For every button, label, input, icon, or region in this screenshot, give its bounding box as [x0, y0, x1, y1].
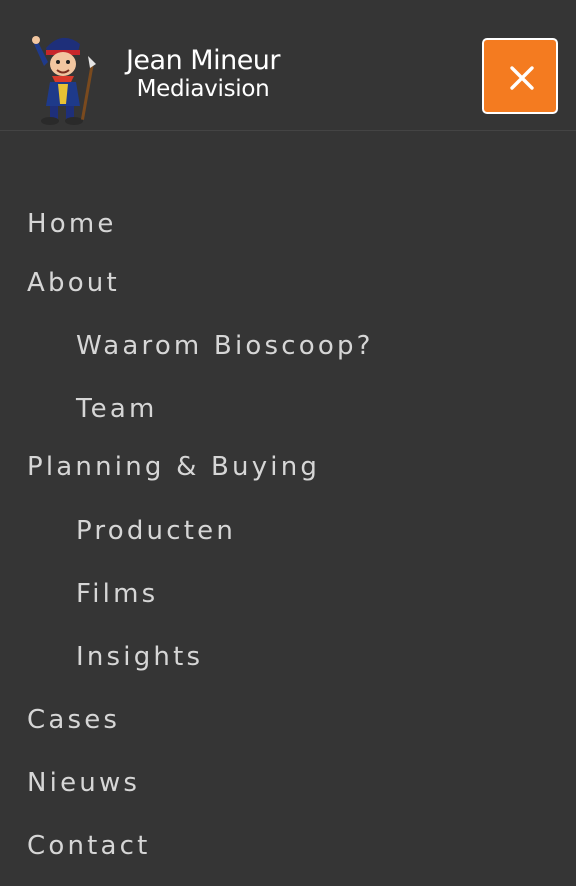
- menu-item-about[interactable]: About: [27, 268, 120, 298]
- menu-item-cases[interactable]: Cases: [27, 705, 120, 735]
- menu-item-home[interactable]: Home: [27, 209, 117, 239]
- menu-item-nieuws[interactable]: Nieuws: [27, 768, 140, 798]
- menu-item-waarom-bioscoop[interactable]: Waarom Bioscoop?: [76, 331, 374, 361]
- menu-item-contact[interactable]: Contact: [27, 831, 151, 861]
- menu-item-films[interactable]: Films: [76, 579, 158, 609]
- menu-item-team[interactable]: Team: [76, 394, 158, 424]
- menu-item-planning-buying[interactable]: Planning & Buying: [27, 452, 320, 482]
- main-navigation: Home About Waarom Bioscoop? Team Plannin…: [0, 0, 576, 886]
- menu-item-producten[interactable]: Producten: [76, 516, 236, 546]
- menu-item-insights[interactable]: Insights: [76, 642, 203, 672]
